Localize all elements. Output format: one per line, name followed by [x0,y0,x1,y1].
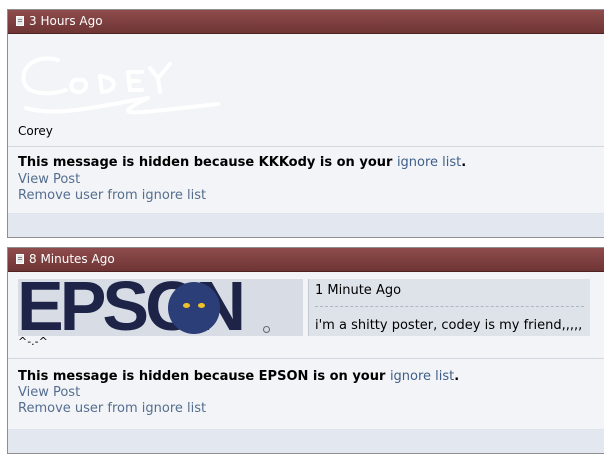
post-time: 8 Minutes Ago [29,252,115,266]
view-post-link[interactable]: View Post [18,172,80,187]
post-header: 8 Minutes Ago [8,248,604,272]
ignore-list-link[interactable]: ignore list [397,155,461,170]
remove-from-ignore-link[interactable]: Remove user from ignore list [18,401,206,416]
hidden-message-period: . [454,369,460,384]
divider [8,146,604,147]
avatar-caption: ^-.-^ [18,335,48,348]
hidden-message-text: This message is hidden because EPSON is … [18,369,390,384]
divider [8,358,604,359]
post-footer [8,429,604,453]
ignore-list-link[interactable]: ignore list [390,369,454,384]
post-footer [8,213,604,237]
hidden-message: This message is hidden because EPSON is … [18,369,459,384]
hidden-message-period: . [461,155,467,170]
cat-icon [168,282,220,334]
quote-text: i'm a shitty poster, codey is my friend,… [315,318,583,333]
document-icon [16,254,24,264]
signature-image [21,56,220,115]
post-1: 3 Hours Ago Corey This message is hidden… [7,9,604,238]
quote-divider [315,306,584,307]
remove-from-ignore-link[interactable]: Remove user from ignore list [18,188,206,203]
post-time: 3 Hours Ago [29,14,103,28]
circle-icon [263,326,270,333]
signature-name: Corey [18,124,53,138]
post-header: 3 Hours Ago [8,10,604,34]
quote-time: 1 Minute Ago [315,283,402,298]
view-post-link[interactable]: View Post [18,385,80,400]
post-2: 8 Minutes Ago EPSON ^-.-^ 1 Minute Ago i… [7,247,604,454]
hidden-message: This message is hidden because KKKody is… [18,155,466,170]
document-icon [16,16,24,26]
hidden-message-text: This message is hidden because KKKody is… [18,155,397,170]
quoted-post: 1 Minute Ago i'm a shitty poster, codey … [308,279,590,336]
avatar: EPSON [18,279,303,336]
